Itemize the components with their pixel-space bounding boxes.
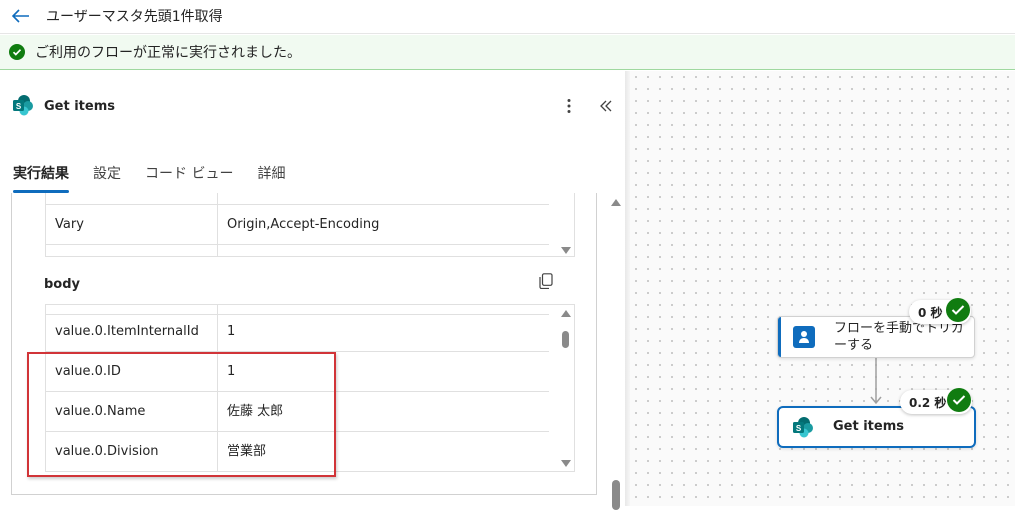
manual-trigger-icon (793, 326, 815, 348)
header-value: Origin,Accept-Encoding (227, 217, 380, 232)
get-items-node-label: Get items (833, 419, 904, 434)
run-results-content: Vary Origin,Accept-Encoding body value.0… (11, 193, 597, 495)
success-banner: ご利用のフローが正常に実行されました。 (0, 35, 1015, 70)
sharepoint-icon: S (13, 95, 33, 116)
panel-tabs: 実行結果 設定 コード ビュー 詳細 (13, 159, 309, 193)
flow-title: ユーザーマスタ先頭1件取得 (46, 9, 223, 25)
top-bar: ユーザーマスタ先頭1件取得 (0, 0, 1015, 34)
action-details-panel: S Get items 実行結果 設定 コード ビュー 詳細 Vary Orig… (0, 71, 625, 510)
body-value: 佐藤 太郎 (227, 404, 284, 419)
panel-header: S Get items (0, 71, 625, 143)
connector-arrow-icon (870, 358, 882, 405)
body-table: value.0.ItemInternalId 1 value.0.ID 1 va… (45, 304, 575, 472)
success-check-icon (9, 44, 25, 60)
scroll-up-arrow-icon[interactable] (611, 199, 621, 206)
table-row: value.0.ItemInternalId 1 (46, 312, 549, 352)
panel-title: Get items (44, 99, 115, 114)
table-row: value.0.ID 1 (46, 352, 549, 392)
scroll-down-arrow-icon[interactable] (561, 460, 571, 467)
tab-code-view[interactable]: コード ビュー (145, 159, 233, 193)
header-key: Vary (46, 205, 218, 245)
body-key: value.0.Name (46, 392, 218, 432)
body-key: value.0.Division (46, 432, 218, 471)
banner-message: ご利用のフローが正常に実行されました。 (35, 45, 301, 61)
table-row: value.0.Division 営業部 (46, 432, 549, 471)
body-value: 1 (227, 324, 236, 339)
body-value: 1 (227, 364, 236, 379)
back-arrow-icon[interactable] (10, 5, 32, 27)
table-row (46, 193, 549, 205)
body-section-label: body (44, 277, 81, 292)
headers-table-scrollbar[interactable] (558, 193, 574, 256)
svg-text:S: S (796, 424, 802, 433)
scroll-up-arrow-icon[interactable] (561, 310, 571, 317)
more-options-icon[interactable] (559, 96, 579, 116)
trigger-node-label: フローを手動でトリガーする (834, 321, 965, 353)
success-check-icon (946, 298, 970, 322)
svg-text:S: S (16, 102, 22, 111)
success-check-icon (947, 388, 971, 412)
tab-settings[interactable]: 設定 (93, 159, 121, 193)
tab-run-results[interactable]: 実行結果 (13, 159, 69, 193)
body-value: 営業部 (227, 444, 267, 459)
table-row: Vary Origin,Accept-Encoding (46, 205, 549, 245)
flow-canvas[interactable]: フローを手動でトリガーする 0 秒 S Get items 0.2 秒 (630, 71, 1015, 506)
scroll-down-arrow-icon[interactable] (561, 247, 571, 254)
table-row: value.0.Name 佐藤 太郎 (46, 392, 549, 432)
body-key: value.0.ItemInternalId (46, 312, 218, 352)
sharepoint-icon: S (793, 417, 813, 438)
body-key: value.0.ID (46, 352, 218, 392)
panel-scrollbar[interactable] (608, 193, 624, 510)
headers-table: Vary Origin,Accept-Encoding (45, 193, 575, 257)
collapse-panel-icon[interactable] (596, 96, 616, 116)
table-row (46, 245, 549, 256)
scroll-thumb[interactable] (562, 331, 569, 348)
copy-icon[interactable] (539, 273, 553, 289)
tab-details[interactable]: 詳細 (257, 159, 285, 193)
body-table-scrollbar[interactable] (558, 305, 574, 471)
